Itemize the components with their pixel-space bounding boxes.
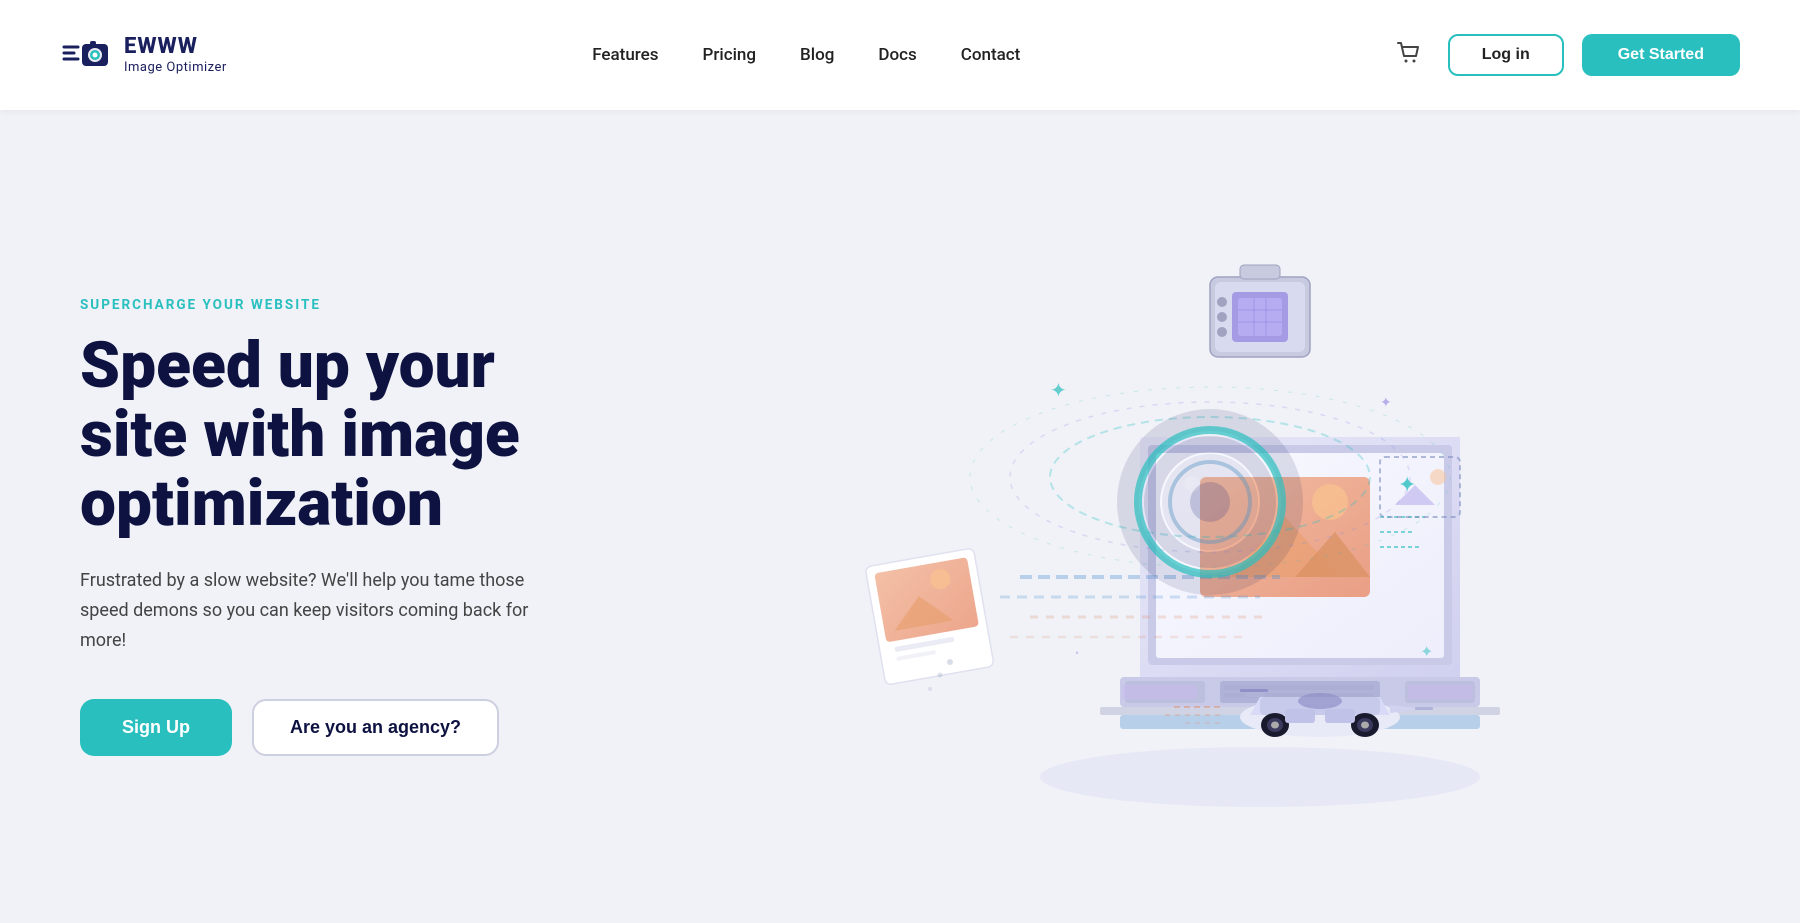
logo-text: EWWW Image Optimizer	[124, 35, 227, 74]
hero-section: SUPERCHARGE YOUR WEBSITE Speed up your s…	[0, 110, 1800, 923]
brand-name: EWWW	[124, 35, 227, 59]
logo[interactable]: EWWW Image Optimizer	[60, 29, 227, 81]
hero-illustration: ✦	[540, 217, 1720, 837]
signup-button[interactable]: Sign Up	[80, 699, 232, 756]
svg-text:✦: ✦	[1380, 395, 1392, 411]
cart-icon[interactable]	[1386, 31, 1430, 79]
nav-links: Features Pricing Blog Docs Contact	[592, 45, 1020, 65]
hero-content: SUPERCHARGE YOUR WEBSITE Speed up your s…	[80, 297, 540, 756]
logo-icon	[60, 29, 112, 81]
nav-right: Log in Get Started	[1386, 31, 1740, 79]
nav-item-pricing[interactable]: Pricing	[703, 45, 757, 65]
navbar: EWWW Image Optimizer Features Pricing Bl…	[0, 0, 1800, 110]
nav-item-features[interactable]: Features	[592, 45, 658, 65]
nav-item-docs[interactable]: Docs	[878, 45, 916, 65]
hero-description: Frustrated by a slow website? We'll help…	[80, 566, 540, 655]
nav-item-blog[interactable]: Blog	[800, 45, 834, 65]
login-button[interactable]: Log in	[1448, 34, 1564, 76]
hero-title: Speed up your site with image optimizati…	[80, 331, 540, 538]
svg-text:✦: ✦	[1420, 642, 1433, 661]
hero-tagline: SUPERCHARGE YOUR WEBSITE	[80, 297, 540, 313]
nav-item-contact[interactable]: Contact	[961, 45, 1021, 65]
hero-svg: ✦	[720, 217, 1540, 837]
svg-text:•: •	[1075, 646, 1079, 660]
brand-subtitle: Image Optimizer	[124, 60, 227, 75]
agency-button[interactable]: Are you an agency?	[252, 699, 499, 756]
svg-text:✦: ✦	[1050, 378, 1067, 402]
hero-buttons: Sign Up Are you an agency?	[80, 699, 540, 756]
get-started-button[interactable]: Get Started	[1582, 34, 1740, 76]
